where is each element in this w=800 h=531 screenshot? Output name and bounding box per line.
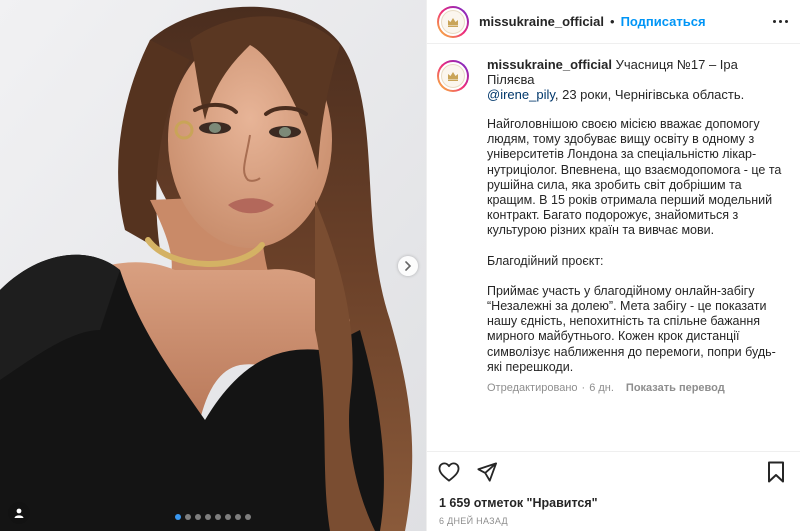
caption-avatar[interactable] <box>437 60 469 92</box>
caption-paragraph-1: Найголовнішою своєю місією вважає допомо… <box>487 117 782 238</box>
show-translation-button[interactable]: Показать перевод <box>626 381 725 396</box>
author-avatar[interactable] <box>437 5 469 38</box>
share-button[interactable] <box>475 460 499 484</box>
caption-paragraph-2: Благодійний проєкт: <box>487 253 604 268</box>
pagination-dot <box>195 514 201 520</box>
heart-icon <box>438 462 460 482</box>
caption-text: missukraine_official Учасниця №17 – Іра … <box>487 57 787 396</box>
crown-icon <box>448 72 458 81</box>
caption-line2: , 23 роки, Чернігівська область. <box>554 87 745 102</box>
post-header: missukraine_official • Подписаться <box>427 0 800 44</box>
caption-username[interactable]: missukraine_official <box>487 57 612 72</box>
paper-plane-icon <box>477 462 497 482</box>
pagination-dot <box>225 514 231 520</box>
pagination-dot <box>215 514 221 520</box>
next-photo-button[interactable] <box>398 256 418 276</box>
edited-label: Отредактировано <box>487 382 578 395</box>
caption-meta: Отредактировано · 6 дн. Показать перевод <box>487 381 787 396</box>
photo-pagination <box>0 514 426 520</box>
pagination-dot <box>245 514 251 520</box>
meta-dot: · <box>581 382 586 395</box>
pagination-dot <box>235 514 241 520</box>
bookmark-icon <box>768 461 784 483</box>
caption-mention[interactable]: @irene_pily <box>487 87 555 102</box>
pagination-dot <box>175 514 181 520</box>
crown-icon <box>448 17 458 27</box>
chevron-right-icon <box>405 261 412 271</box>
likes-count[interactable]: 1 659 отметок "Нравится" <box>427 496 800 510</box>
author-username[interactable]: missukraine_official <box>479 14 604 29</box>
follow-button[interactable]: Подписаться <box>621 14 706 29</box>
pagination-dot <box>205 514 211 520</box>
header-separator: • <box>610 14 615 29</box>
post-date: 6 ДНЕЙ НАЗАД <box>439 516 508 526</box>
portrait-photo <box>0 0 426 531</box>
caption-age: 6 дн. <box>589 382 614 395</box>
more-options-button[interactable] <box>773 20 788 23</box>
tagged-user-button[interactable] <box>8 502 30 524</box>
post-actions: 1 659 отметок "Нравится" 6 ДНЕЙ НАЗАД <box>427 451 800 531</box>
caption-paragraph-3: Приймає участь у благодійному онлайн-заб… <box>487 283 776 374</box>
post-sidebar: missukraine_official • Подписаться missu… <box>426 0 800 531</box>
post-photo[interactable] <box>0 0 426 531</box>
like-button[interactable] <box>437 460 461 484</box>
pagination-dot <box>185 514 191 520</box>
more-horizontal-icon <box>773 20 776 23</box>
caption-section: missukraine_official Учасниця №17 – Іра … <box>427 45 800 451</box>
save-button[interactable] <box>764 460 788 484</box>
